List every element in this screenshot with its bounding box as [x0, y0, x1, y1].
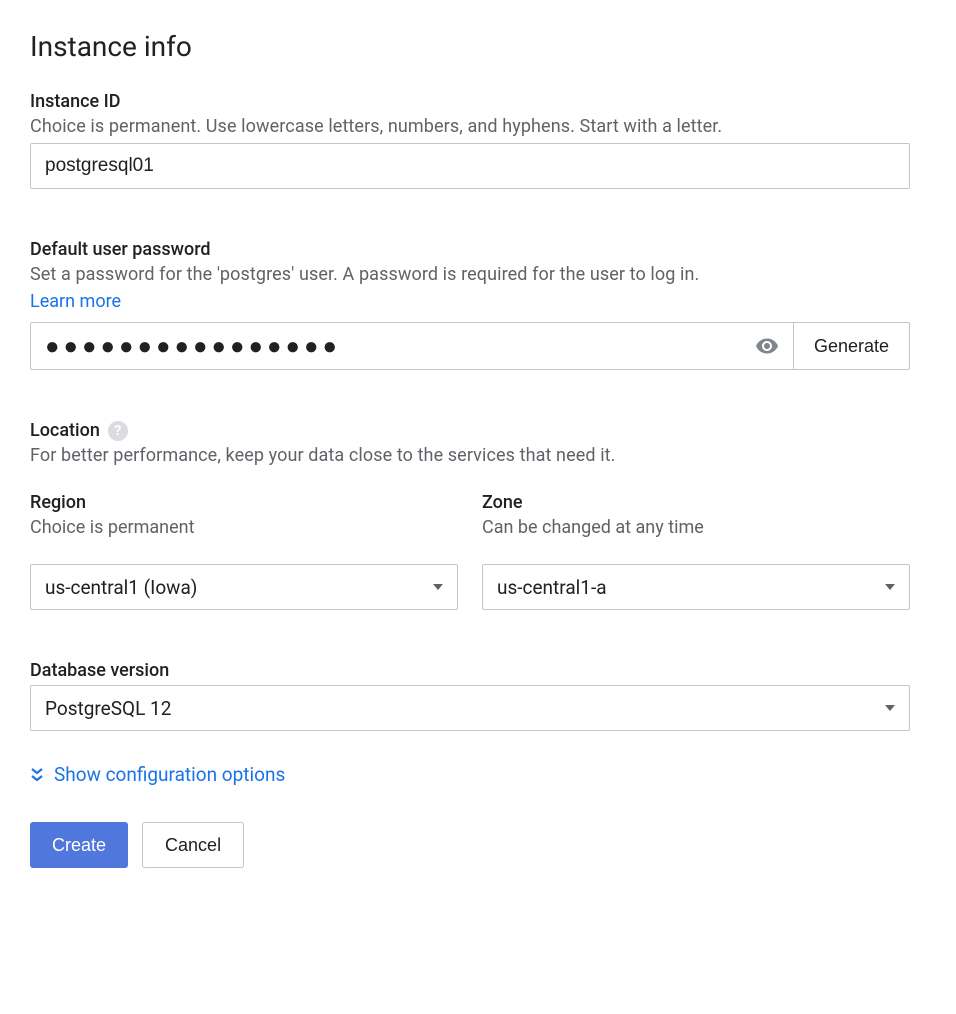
region-select[interactable]: us-central1 (Iowa)	[30, 564, 458, 610]
chevron-down-icon	[885, 584, 895, 590]
zone-helper: Can be changed at any time	[482, 517, 910, 538]
page-title: Instance info	[30, 30, 910, 63]
password-section: Default user password Set a password for…	[30, 239, 910, 370]
location-label-text: Location	[30, 420, 100, 441]
region-label: Region	[30, 492, 458, 513]
db-version-select[interactable]: PostgreSQL 12	[30, 685, 910, 731]
instance-id-label: Instance ID	[30, 91, 910, 112]
generate-button[interactable]: Generate	[793, 322, 910, 370]
zone-value: us-central1-a	[497, 576, 885, 599]
help-icon[interactable]: ?	[108, 421, 128, 441]
cancel-button[interactable]: Cancel	[142, 822, 244, 868]
instance-id-input[interactable]	[30, 143, 910, 189]
password-learn-more-link[interactable]: Learn more	[30, 291, 121, 312]
show-config-options-toggle[interactable]: Show configuration options	[30, 763, 910, 786]
db-version-value: PostgreSQL 12	[45, 697, 885, 720]
location-section: Location ? For better performance, keep …	[30, 420, 910, 610]
chevron-down-icon	[433, 584, 443, 590]
double-chevron-down-icon	[30, 767, 44, 783]
password-input-wrap[interactable]: ●●●●●●●●●●●●●●●●	[30, 322, 793, 370]
region-helper: Choice is permanent	[30, 517, 458, 538]
location-helper: For better performance, keep your data c…	[30, 445, 910, 466]
instance-id-helper: Choice is permanent. Use lowercase lette…	[30, 116, 910, 137]
db-version-label: Database version	[30, 660, 910, 681]
password-label: Default user password	[30, 239, 910, 260]
eye-icon[interactable]	[755, 334, 779, 358]
db-version-section: Database version PostgreSQL 12	[30, 660, 910, 731]
location-label: Location ?	[30, 420, 910, 441]
button-row: Create Cancel	[30, 822, 910, 868]
region-value: us-central1 (Iowa)	[45, 576, 433, 599]
instance-id-section: Instance ID Choice is permanent. Use low…	[30, 91, 910, 189]
chevron-down-icon	[885, 705, 895, 711]
zone-label: Zone	[482, 492, 910, 513]
zone-select[interactable]: us-central1-a	[482, 564, 910, 610]
show-config-label: Show configuration options	[54, 763, 285, 786]
password-masked-value: ●●●●●●●●●●●●●●●●	[45, 334, 755, 358]
create-button[interactable]: Create	[30, 822, 128, 868]
password-helper: Set a password for the 'postgres' user. …	[30, 264, 910, 285]
zone-column: Zone Can be changed at any time us-centr…	[482, 492, 910, 610]
region-column: Region Choice is permanent us-central1 (…	[30, 492, 458, 610]
